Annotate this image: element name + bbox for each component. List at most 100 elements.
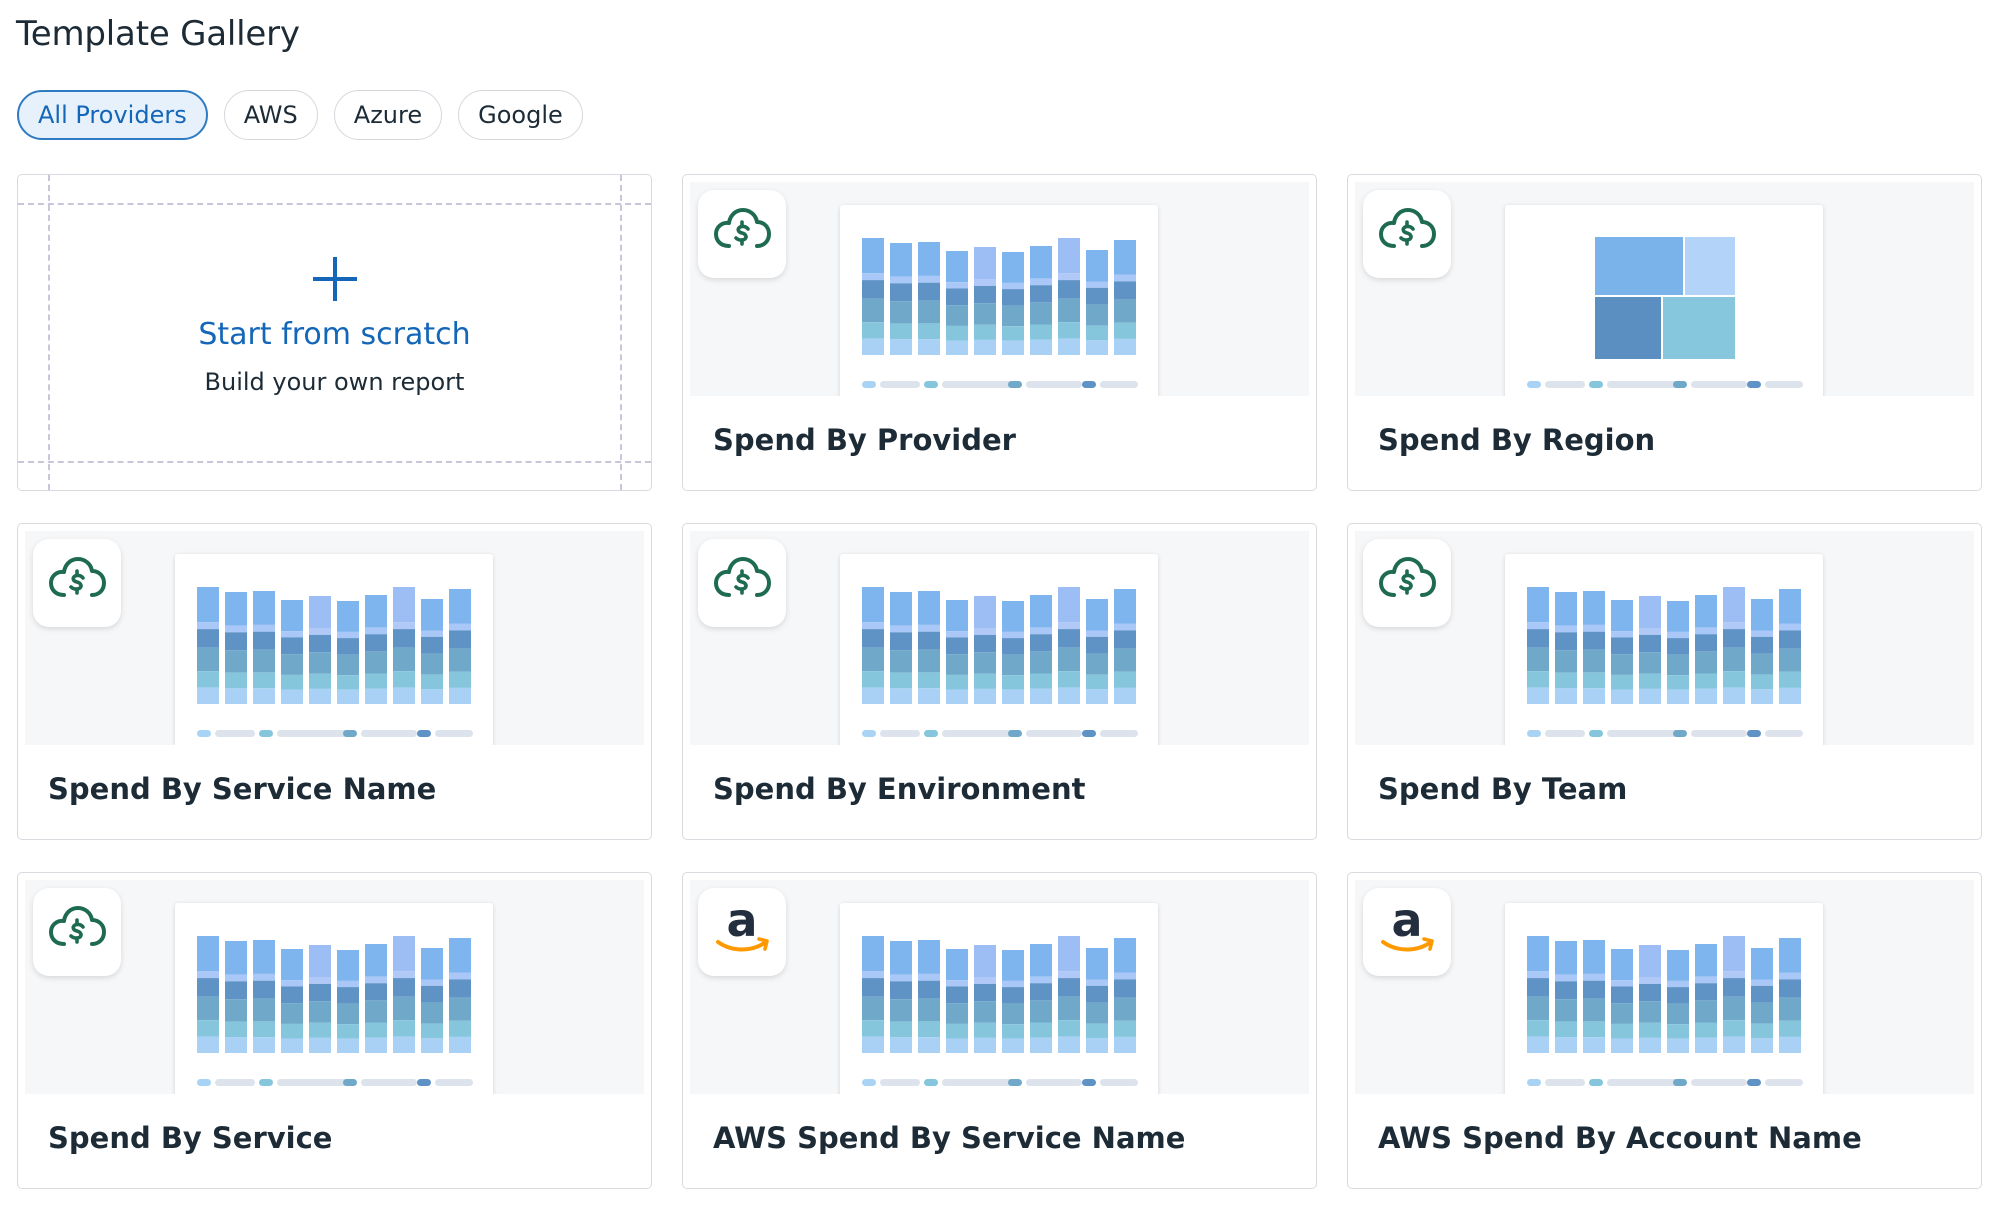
preview-bar-segment xyxy=(421,1002,443,1024)
template-card[interactable]: Spend By Service xyxy=(17,872,652,1189)
preview-bar-segment xyxy=(1779,972,1801,980)
preview-bar-segment xyxy=(1058,322,1080,339)
preview-legend-line xyxy=(880,1079,920,1086)
preview-bar-segment xyxy=(918,672,940,689)
preview-bar-segment xyxy=(946,282,968,289)
preview-bar-segment xyxy=(1555,688,1577,704)
preview-bar-segment xyxy=(1002,326,1024,341)
preview-bar-segment xyxy=(1002,601,1024,632)
preview-bar-segment xyxy=(1058,587,1080,623)
preview-bar-segment xyxy=(1030,688,1052,704)
preview-bar-segment xyxy=(1114,274,1136,282)
preview-bar-segment xyxy=(1667,980,1689,988)
preview-bar-segment xyxy=(197,978,219,997)
preview-legend-swatch xyxy=(1008,1079,1022,1086)
preview-bar-segment xyxy=(918,688,940,704)
template-card[interactable]: Spend By Service Name xyxy=(17,523,652,840)
preview-bar-segment xyxy=(421,948,443,980)
template-card[interactable]: Spend By Provider xyxy=(682,174,1317,491)
preview-legend-line xyxy=(1607,1079,1679,1086)
preview-bar-segment xyxy=(1583,940,1605,974)
preview-bar-segment xyxy=(253,631,275,650)
start-from-scratch-card[interactable]: Start from scratch Build your own report xyxy=(17,174,652,491)
mini-report-preview xyxy=(1505,554,1823,745)
cloud-dollar-glyph xyxy=(1379,557,1436,597)
preview-stacked-bars xyxy=(1527,587,1803,737)
preview-bar-segment xyxy=(1779,648,1801,672)
preview-tree-cell xyxy=(1685,237,1735,295)
preview-bar-segment xyxy=(1667,689,1689,704)
preview-bar-segment xyxy=(365,976,387,984)
preview-bar-segment xyxy=(1751,599,1773,631)
preview-bar-segment xyxy=(862,338,884,355)
preview-bar-segment xyxy=(1611,980,1633,987)
preview-bar-segment xyxy=(393,996,415,1021)
preview-bar-segment xyxy=(1695,983,1717,1001)
preview-bar-segment xyxy=(1030,246,1052,279)
preview-bar-segment xyxy=(1058,1020,1080,1037)
preview-bar-segment xyxy=(974,945,996,978)
preview-bar-segment xyxy=(365,944,387,977)
preview-bar-segment xyxy=(1695,673,1717,689)
provider-logo xyxy=(698,190,786,278)
preview-bar-segment xyxy=(1114,338,1136,355)
preview-bar-segment xyxy=(393,978,415,997)
preview-bar-segment xyxy=(225,650,247,673)
template-card[interactable]: Spend By Team xyxy=(1347,523,1982,840)
cloud-dollar-icon xyxy=(48,904,106,960)
preview-legend-line xyxy=(1765,381,1803,388)
preview-bar-segment xyxy=(890,339,912,355)
template-card[interactable]: a AWS Spend By Account Name xyxy=(1347,872,1982,1189)
filter-aws[interactable]: AWS xyxy=(223,90,318,140)
preview-bar-segment xyxy=(1723,622,1745,630)
svg-text:a: a xyxy=(726,898,757,947)
preview-bar-segment xyxy=(862,687,884,704)
preview-legend-swatch xyxy=(1747,381,1761,388)
dashed-guide xyxy=(18,203,651,205)
preview-bar-segment xyxy=(1058,978,1080,997)
template-card[interactable]: Spend By Environment xyxy=(682,523,1317,840)
preview-bar-segment xyxy=(862,238,884,274)
mini-report-preview xyxy=(840,205,1158,396)
svg-text:a: a xyxy=(1391,898,1422,947)
preview-legend-line xyxy=(1545,381,1585,388)
preview-legend-swatch xyxy=(1747,1079,1761,1086)
preview-bar-segment xyxy=(1583,973,1605,981)
preview-bar-segment xyxy=(1611,654,1633,675)
preview-bar-segment xyxy=(862,978,884,997)
preview-legend-swatch xyxy=(1527,730,1541,737)
preview-bar-segment xyxy=(1086,340,1108,355)
template-card[interactable]: Spend By Region xyxy=(1347,174,1982,491)
provider-logo xyxy=(33,888,121,976)
preview-bar-segment xyxy=(365,627,387,635)
preview-bar-segment xyxy=(890,688,912,704)
preview-bar-segment xyxy=(1002,252,1024,283)
preview-bar-segment xyxy=(253,624,275,632)
preview-bar-segment xyxy=(1030,983,1052,1001)
filter-google[interactable]: Google xyxy=(458,90,583,140)
preview-bar-segment xyxy=(1751,1002,1773,1024)
preview-bar-segment xyxy=(1779,623,1801,631)
preview-bar-segment xyxy=(1555,941,1577,975)
filter-all-providers[interactable]: All Providers xyxy=(17,90,208,140)
filter-azure[interactable]: Azure xyxy=(333,90,443,140)
preview-legend-line xyxy=(1100,1079,1138,1086)
preview-legend-line xyxy=(361,730,417,737)
preview-bar-segment xyxy=(225,974,247,982)
preview-bar-segment xyxy=(1695,651,1717,674)
preview-bar-segment xyxy=(1058,936,1080,972)
preview-bar-segment xyxy=(1058,273,1080,281)
preview-bar-segment xyxy=(1639,945,1661,978)
preview-bar-segment xyxy=(890,243,912,277)
preview-legend-line xyxy=(1545,1079,1585,1086)
preview-bar-segment xyxy=(974,673,996,689)
cloud-dollar-glyph xyxy=(49,557,106,597)
preview-bar-segment xyxy=(1583,688,1605,704)
template-card[interactable]: a AWS Spend By Service Name xyxy=(682,872,1317,1189)
amazon-logo-icon: a xyxy=(1375,893,1439,966)
preview-legend-line xyxy=(1026,730,1082,737)
preview-bar-segment xyxy=(862,622,884,630)
preview-bar-segment xyxy=(1611,1038,1633,1053)
preview-bar-segment xyxy=(1114,630,1136,649)
preview-bar-segment xyxy=(1723,671,1745,688)
